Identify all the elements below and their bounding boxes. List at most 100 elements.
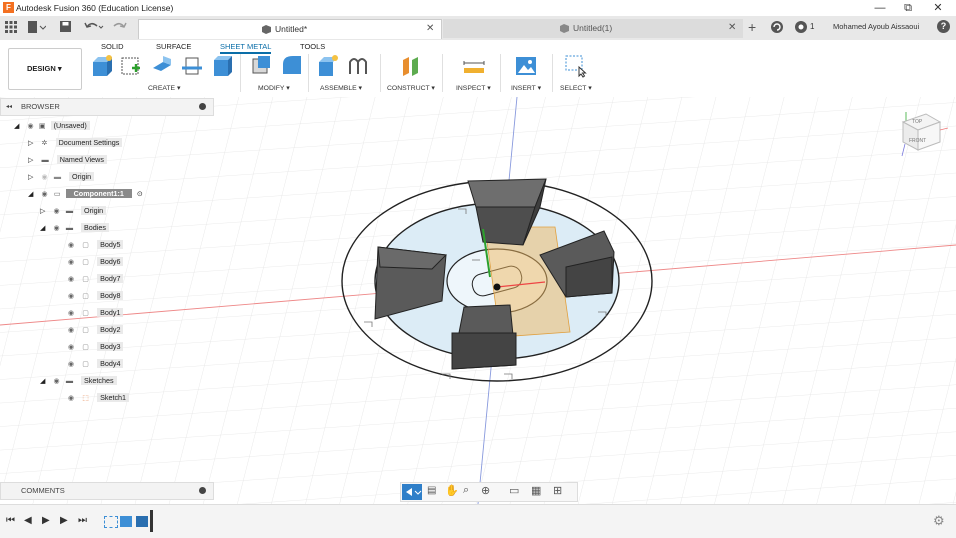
extensions-icon[interactable] (770, 20, 784, 34)
display-settings-icon[interactable]: ▭ (509, 484, 519, 497)
tab-sheet-metal[interactable]: SHEET METAL (220, 42, 272, 54)
add-comment-icon[interactable] (199, 487, 206, 494)
tree-item-component-origin[interactable]: ▷ ◉ ▬ Origin (40, 204, 107, 218)
visibility-eye-icon[interactable]: ◉ (68, 257, 74, 266)
close-window-button[interactable]: ✕ (928, 1, 948, 15)
select-group-label[interactable]: SELECT ▾ (560, 84, 592, 92)
visibility-eye-icon[interactable]: ◉ (68, 325, 74, 334)
visibility-eye-icon[interactable]: ◉ (68, 359, 74, 368)
timeline-settings-gear-icon[interactable]: ⚙ (933, 513, 945, 529)
go-to-start-icon[interactable]: ⏮ (6, 515, 15, 526)
tree-item-component[interactable]: ◢ ◉ ▭ Component1:1 ⊙ (28, 187, 143, 201)
create-sketch-icon[interactable] (120, 54, 142, 76)
joint-icon[interactable] (346, 54, 368, 76)
close-tab-icon[interactable]: ✕ (728, 22, 736, 33)
undo-icon[interactable] (84, 20, 104, 34)
timeline-marker-icon[interactable] (150, 510, 153, 532)
tree-item-body[interactable]: ◉ ▢ Body2 (68, 323, 124, 337)
save-icon[interactable] (60, 21, 72, 33)
tree-item-body[interactable]: ◉ ▢ Body8 (68, 289, 124, 303)
modify-group-label[interactable]: MODIFY ▾ (258, 84, 290, 92)
tree-root[interactable]: ◢ ◉ ▣ (Unsaved) (14, 119, 90, 133)
offset-plane-icon[interactable] (400, 54, 422, 76)
assemble-group-label[interactable]: ASSEMBLE ▾ (320, 84, 362, 92)
visibility-eye-icon[interactable]: ◉ (68, 393, 74, 402)
flange-icon[interactable] (150, 54, 172, 76)
tab-tools[interactable]: TOOLS (300, 42, 325, 51)
new-component-assemble-icon[interactable] (316, 54, 338, 76)
measure-icon[interactable] (462, 54, 485, 76)
tree-item-body[interactable]: ◉ ▢ Body6 (68, 255, 124, 269)
contour-flange-icon[interactable] (180, 54, 202, 76)
visibility-eye-icon[interactable]: ◉ (42, 189, 48, 198)
tree-item-body[interactable]: ◉ ▢ Body5 (68, 238, 124, 252)
collapse-arrow-icon[interactable]: ◢ (40, 223, 46, 232)
visibility-eye-icon[interactable]: ◉ (68, 308, 74, 317)
collapse-arrow-icon[interactable]: ◢ (28, 189, 34, 198)
insert-group-label[interactable]: INSERT ▾ (511, 84, 541, 92)
user-name[interactable]: Mohamed Ayoub Aissaoui (833, 22, 919, 31)
go-to-end-icon[interactable]: ⏭ (78, 515, 87, 526)
expand-arrow-icon[interactable]: ▷ (28, 138, 34, 147)
look-at-icon[interactable]: ▤ (427, 485, 436, 496)
browser-pin-icon[interactable] (199, 103, 206, 110)
collapse-arrow-icon[interactable]: ◢ (14, 121, 20, 130)
inspect-group-label[interactable]: INSPECT ▾ (456, 84, 491, 92)
tree-item-body[interactable]: ◉ ▢ Body4 (68, 357, 124, 371)
select-icon[interactable] (564, 54, 587, 78)
fit-zoom-icon[interactable]: ⊕ (481, 484, 490, 497)
timeline-extrude-feature-icon[interactable] (120, 516, 132, 527)
visibility-eye-icon[interactable]: ◉ (68, 274, 74, 283)
workspace-switcher[interactable]: DESIGN ▾ (8, 48, 82, 90)
new-component-icon[interactable] (90, 54, 112, 76)
app-grid-icon[interactable] (5, 21, 17, 33)
tab-solid[interactable]: SOLID (101, 42, 124, 51)
orbit-mode-icon[interactable] (402, 484, 422, 500)
visibility-eye-icon[interactable]: ◉ (68, 342, 74, 351)
insert-image-icon[interactable] (514, 54, 536, 76)
pan-icon[interactable]: ✋ (445, 484, 459, 497)
visibility-eye-icon[interactable]: ◉ (54, 376, 60, 385)
visibility-eye-icon[interactable]: ◉ (68, 291, 74, 300)
tree-item-named-views[interactable]: ▷ ▬ Named Views (28, 153, 107, 167)
tree-item-sketch[interactable]: ◉ ⬚ Sketch1 (68, 391, 130, 405)
tab-untitled-1[interactable]: Untitled(1) ✕ (443, 19, 743, 38)
tree-item-body[interactable]: ◉ ▢ Body3 (68, 340, 124, 354)
visibility-eye-icon[interactable]: ◉ (28, 121, 34, 130)
visibility-eye-icon[interactable]: ◉ (54, 223, 60, 232)
expand-arrow-icon[interactable]: ▷ (40, 206, 46, 215)
tab-surface[interactable]: SURFACE (156, 42, 191, 51)
visibility-eye-icon[interactable]: ◉ (54, 206, 60, 215)
tree-item-body[interactable]: ◉ ▢ Body1 (68, 306, 124, 320)
tree-item-sketches[interactable]: ◢ ◉ ▬ Sketches (40, 374, 117, 388)
collapse-arrow-icon[interactable]: ◢ (40, 376, 46, 385)
step-forward-icon[interactable]: ▶ (60, 515, 68, 526)
expand-arrow-icon[interactable]: ▷ (28, 172, 34, 181)
viewcube[interactable]: TOP FRONT (898, 108, 949, 160)
tree-item-body[interactable]: ◉ ▢ Body7 (68, 272, 124, 286)
expand-arrow-icon[interactable]: ▷ (28, 155, 34, 164)
step-back-icon[interactable]: ◀ (24, 515, 32, 526)
tree-item-origin[interactable]: ▷ ◉ ▬ Origin (28, 170, 95, 184)
timeline-sketch-feature-icon[interactable] (104, 516, 118, 528)
fillet-icon[interactable] (280, 54, 302, 76)
new-tab-icon[interactable]: + (748, 20, 756, 34)
tab-untitled[interactable]: Untitled* ✕ (138, 19, 442, 39)
create-group-label[interactable]: CREATE ▾ (148, 84, 180, 92)
play-icon[interactable]: ▶ (42, 515, 50, 526)
grid-settings-icon[interactable]: ▦ (531, 484, 541, 497)
minimize-button[interactable]: — (870, 1, 890, 15)
restore-button[interactable]: ⧉ (898, 1, 918, 15)
viewports-icon[interactable]: ⊞ (553, 484, 562, 497)
close-tab-icon[interactable]: ✕ (426, 23, 434, 34)
construct-group-label[interactable]: CONSTRUCT ▾ (387, 84, 435, 92)
press-pull-icon[interactable] (250, 54, 272, 76)
visibility-eye-icon[interactable]: ◉ (42, 172, 48, 181)
help-icon[interactable]: ? (937, 20, 950, 33)
visibility-eye-icon[interactable]: ◉ (68, 240, 74, 249)
file-menu-icon[interactable] (28, 21, 47, 33)
tree-item-document-settings[interactable]: ▷ ✲ Document Settings (28, 136, 123, 150)
browser-header[interactable]: ◂◂ BROWSER (0, 98, 214, 116)
timeline-component-feature-icon[interactable] (136, 516, 148, 527)
tree-item-bodies[interactable]: ◢ ◉ ▬ Bodies (40, 221, 109, 235)
